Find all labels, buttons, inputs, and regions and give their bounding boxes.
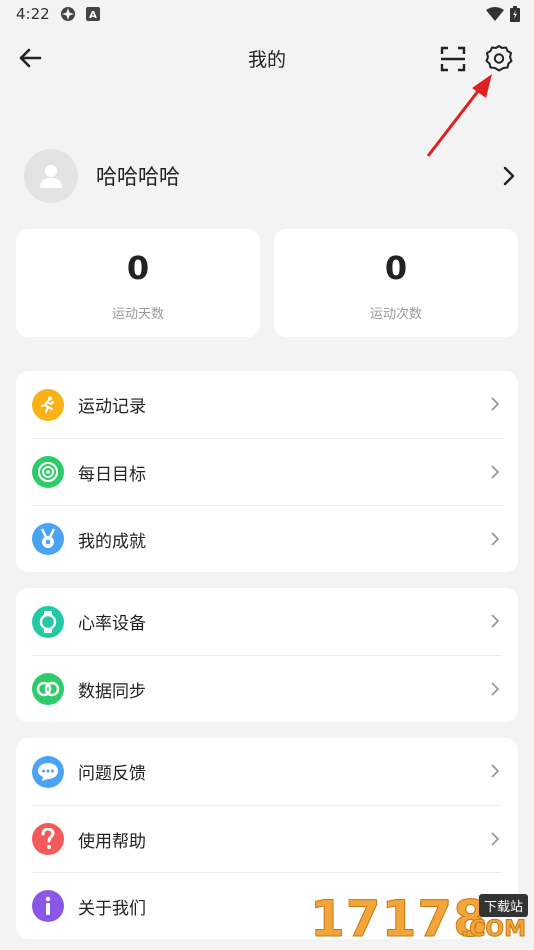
status-right bbox=[486, 6, 520, 22]
chevron-right-icon bbox=[491, 682, 500, 696]
scan-icon[interactable] bbox=[440, 46, 466, 72]
app-notification-icon bbox=[60, 7, 75, 21]
stat-card-times[interactable]: 0 运动次数 bbox=[274, 229, 518, 337]
stat-value: 0 bbox=[384, 249, 408, 287]
target-icon bbox=[32, 456, 64, 488]
svg-text:A: A bbox=[89, 10, 97, 21]
watermark-badge: 下载站 bbox=[478, 894, 528, 917]
menu-item-label: 关于我们 bbox=[78, 898, 146, 919]
watermark-suffix: .COM bbox=[460, 917, 526, 943]
status-time: 4:22 bbox=[16, 5, 50, 23]
chat-icon bbox=[32, 755, 64, 788]
menu-item-label: 运动记录 bbox=[78, 397, 146, 417]
chevron-right-icon bbox=[491, 832, 500, 846]
menu-item-achievements[interactable]: 我的成就 bbox=[32, 505, 502, 572]
wifi-icon bbox=[486, 7, 504, 21]
menu-item-label: 心率设备 bbox=[78, 614, 146, 634]
stat-label: 运动次数 bbox=[369, 307, 422, 322]
status-left: 4:22 A bbox=[16, 5, 100, 23]
menu-group-devices: 心率设备 数据同步 bbox=[16, 588, 518, 722]
stat-card-days[interactable]: 0 运动天数 bbox=[16, 229, 260, 337]
stat-value: 0 bbox=[126, 249, 150, 287]
menu-item-label: 数据同步 bbox=[78, 681, 146, 702]
info-icon bbox=[32, 890, 64, 922]
back-arrow-icon[interactable] bbox=[16, 44, 44, 72]
site-watermark: 17178 下载站 .COM bbox=[310, 890, 532, 950]
running-icon bbox=[32, 388, 64, 421]
chevron-right-icon bbox=[503, 166, 515, 186]
settings-gear-icon[interactable] bbox=[485, 44, 513, 72]
medal-icon bbox=[32, 523, 64, 555]
avatar[interactable] bbox=[24, 149, 78, 203]
sync-rings-icon bbox=[32, 673, 64, 705]
menu-item-label: 使用帮助 bbox=[78, 831, 146, 852]
help-icon bbox=[32, 823, 64, 855]
menu-item-exercise-records[interactable]: 运动记录 bbox=[32, 371, 502, 438]
menu-item-label: 每日目标 bbox=[78, 464, 146, 485]
menu-item-feedback[interactable]: 问题反馈 bbox=[32, 738, 502, 805]
profile-row[interactable]: 哈哈哈哈 bbox=[16, 145, 518, 207]
menu-item-label: 问题反馈 bbox=[78, 764, 146, 784]
menu-group-activity: 运动记录 每日目标 我的成就 bbox=[16, 371, 518, 572]
stat-label: 运动天数 bbox=[111, 307, 164, 322]
chevron-right-icon bbox=[491, 397, 500, 411]
watch-icon bbox=[32, 605, 64, 638]
chevron-right-icon bbox=[491, 764, 500, 778]
profile-name: 哈哈哈哈 bbox=[96, 165, 180, 189]
menu-item-help[interactable]: 使用帮助 bbox=[32, 805, 502, 872]
menu-item-data-sync[interactable]: 数据同步 bbox=[32, 655, 502, 722]
chevron-right-icon bbox=[491, 614, 500, 628]
chevron-right-icon bbox=[491, 532, 500, 546]
menu-item-heart-rate-device[interactable]: 心率设备 bbox=[32, 588, 502, 655]
user-avatar-icon bbox=[40, 165, 62, 188]
a-notification-icon: A bbox=[85, 7, 100, 21]
page-title: 我的 bbox=[247, 48, 286, 71]
app-bar: 我的 bbox=[0, 28, 534, 88]
stats-cards: 0 运动天数 0 运动次数 bbox=[16, 229, 518, 337]
menu-item-label: 我的成就 bbox=[78, 531, 146, 552]
battery-icon bbox=[510, 6, 520, 22]
menu-item-daily-goal[interactable]: 每日目标 bbox=[32, 438, 502, 505]
status-bar: 4:22 A bbox=[0, 0, 534, 28]
chevron-right-icon bbox=[491, 465, 500, 479]
